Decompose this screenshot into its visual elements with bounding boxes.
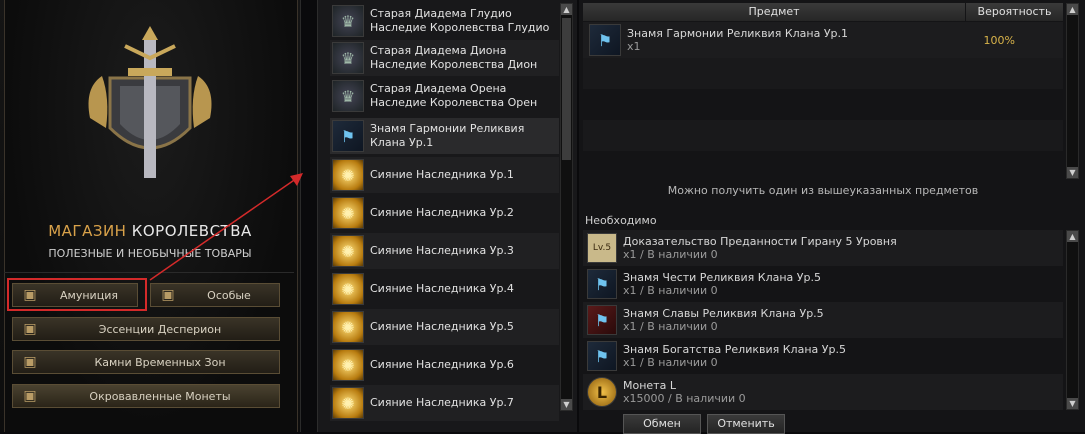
banner-icon: ⚑ — [587, 269, 617, 299]
reward-empty-rows — [583, 58, 1063, 180]
list-item-label: Сияние Наследника Ур.4 — [370, 282, 514, 295]
required-row: L Монета L x15000 / В наличии 0 — [583, 374, 1063, 410]
required-count: x15000 / В наличии 0 — [623, 392, 746, 405]
required-row: ⚑ Знамя Славы Реликвия Клана Ур.5 x1 / В… — [583, 302, 1063, 338]
required-text: Знамя Чести Реликвия Клана Ур.5 x1 / В н… — [623, 271, 821, 297]
list-item-label: Старая Диадема Диона Наследие Королевств… — [370, 44, 538, 71]
banner-icon: ⚑ — [587, 305, 617, 335]
list-item-selected[interactable]: ⚑ Знамя Гармонии Реликвия Клана Ур.1 — [330, 118, 559, 154]
required-count: x1 / В наличии 0 — [623, 284, 718, 297]
list-item[interactable]: ✺ Сияние Наследника Ур.5 — [330, 309, 559, 345]
required-title: Необходимо — [585, 214, 657, 227]
required-text: Знамя Славы Реликвия Клана Ур.5 x1 / В н… — [623, 307, 824, 333]
required-scrollbar[interactable]: ▲ ▼ — [1066, 230, 1079, 410]
required-name: Монета L — [623, 379, 676, 392]
radiance-icon: ✺ — [332, 273, 364, 305]
scroll-down-icon[interactable]: ▼ — [1067, 167, 1078, 178]
scroll-up-icon[interactable]: ▲ — [1067, 4, 1078, 15]
list-item-label: Сияние Наследника Ур.3 — [370, 244, 514, 257]
scroll-up-icon[interactable]: ▲ — [561, 4, 572, 15]
radiance-icon: ✺ — [332, 197, 364, 229]
list-item[interactable]: ♛ Старая Диадема Орена Наследие Королевс… — [330, 78, 559, 114]
detail-panel: Предмет Вероятность ⚑ Знамя Гармонии Рел… — [579, 0, 1085, 434]
required-text: Монета L x15000 / В наличии 0 — [623, 379, 746, 405]
exchange-button[interactable]: Обмен — [623, 414, 701, 434]
required-name: Знамя Богатства Реликвия Клана Ур.5 — [623, 343, 846, 356]
reward-row: ⚑ Знамя Гармонии Реликвия Клана Ур.1 x1 … — [583, 22, 1063, 58]
list-item[interactable]: ✺ Сияние Наследника Ур.7 — [330, 385, 559, 421]
list-item-label: Сияние Наследника Ур.1 — [370, 168, 514, 181]
list-item-label: Сияние Наследника Ур.5 — [370, 320, 514, 333]
list-item[interactable]: ✺ Сияние Наследника Ур.4 — [330, 271, 559, 307]
tiara-icon: ♛ — [332, 80, 364, 112]
coin-icon: L — [587, 377, 617, 407]
coin-badge: L — [596, 382, 608, 402]
banner-icon: ⚑ — [587, 341, 617, 371]
radiance-icon: ✺ — [332, 349, 364, 381]
cancel-button[interactable]: Отменить — [707, 414, 785, 434]
proof-badge: Lv.5 — [592, 243, 612, 253]
list-item[interactable]: ♛ Старая Диадема Диона Наследие Королевс… — [330, 40, 559, 76]
reward-text: Знамя Гармонии Реликвия Клана Ур.1 x1 — [627, 27, 848, 53]
column-item-header: Предмет — [583, 3, 965, 21]
scroll-thumb[interactable] — [562, 18, 571, 160]
list-item-label: Сияние Наследника Ур.2 — [370, 206, 514, 219]
list-item[interactable]: ✺ Сияние Наследника Ур.3 — [330, 233, 559, 269]
proof-icon: Lv.5 — [587, 233, 617, 263]
list-item[interactable]: ✺ Сияние Наследника Ур.1 — [330, 157, 559, 193]
required-row: ⚑ Знамя Богатства Реликвия Клана Ур.5 x1… — [583, 338, 1063, 374]
scroll-up-icon[interactable]: ▲ — [1067, 231, 1078, 242]
required-count: x1 / В наличии 0 — [623, 320, 718, 333]
reward-name: Знамя Гармонии Реликвия Клана Ур.1 — [627, 27, 849, 40]
banner-icon: ⚑ — [332, 120, 364, 152]
reward-qty: x1 — [627, 40, 641, 53]
required-name: Знамя Славы Реликвия Клана Ур.5 — [623, 307, 824, 320]
list-item[interactable]: ♛ Старая Диадема Глудио Наследие Королев… — [330, 3, 559, 39]
tiara-icon: ♛ — [332, 42, 364, 74]
list-item[interactable]: ✺ Сияние Наследника Ур.2 — [330, 195, 559, 231]
list-scrollbar[interactable]: ▲ ▼ — [560, 3, 573, 411]
required-count: x1 / В наличии 0 — [623, 356, 718, 369]
radiance-icon: ✺ — [332, 235, 364, 267]
list-item-label: Сияние Наследника Ур.6 — [370, 358, 514, 371]
list-item[interactable]: ✺ Сияние Наследника Ур.6 — [330, 347, 559, 383]
reward-note: Можно получить один из вышеуказанных пре… — [667, 184, 979, 197]
scroll-down-icon[interactable]: ▼ — [561, 399, 572, 410]
required-row: Lv.5 Доказательство Преданности Гирану 5… — [583, 230, 1063, 266]
list-item-label: Сияние Наследника Ур.7 — [370, 396, 514, 409]
item-list: ♛ Старая Диадема Глудио Наследие Королев… — [317, 0, 876, 432]
radiance-icon: ✺ — [332, 387, 364, 419]
reward-scrollbar[interactable]: ▲ ▼ — [1066, 3, 1079, 179]
column-chance-header: Вероятность — [966, 3, 1063, 21]
banner-icon: ⚑ — [589, 24, 621, 56]
list-item-label: Старая Диадема Орена Наследие Королевств… — [370, 82, 538, 109]
required-text: Знамя Богатства Реликвия Клана Ур.5 x1 /… — [623, 343, 846, 369]
required-row: ⚑ Знамя Чести Реликвия Клана Ур.5 x1 / В… — [583, 266, 1063, 302]
list-item-label: Старая Диадема Глудио Наследие Королевст… — [370, 7, 550, 34]
reward-chance: 100% — [983, 33, 1015, 47]
required-count: x1 / В наличии 0 — [623, 248, 718, 261]
scroll-down-icon[interactable]: ▼ — [1067, 398, 1078, 409]
tiara-icon: ♛ — [332, 5, 364, 37]
radiance-icon: ✺ — [332, 311, 364, 343]
required-name: Доказательство Преданности Гирану 5 Уров… — [623, 235, 897, 248]
list-item-label: Знамя Гармонии Реликвия Клана Ур.1 — [370, 122, 525, 149]
required-text: Доказательство Преданности Гирану 5 Уров… — [623, 235, 897, 261]
required-name: Знамя Чести Реликвия Клана Ур.5 — [623, 271, 821, 284]
radiance-icon: ✺ — [332, 159, 364, 191]
